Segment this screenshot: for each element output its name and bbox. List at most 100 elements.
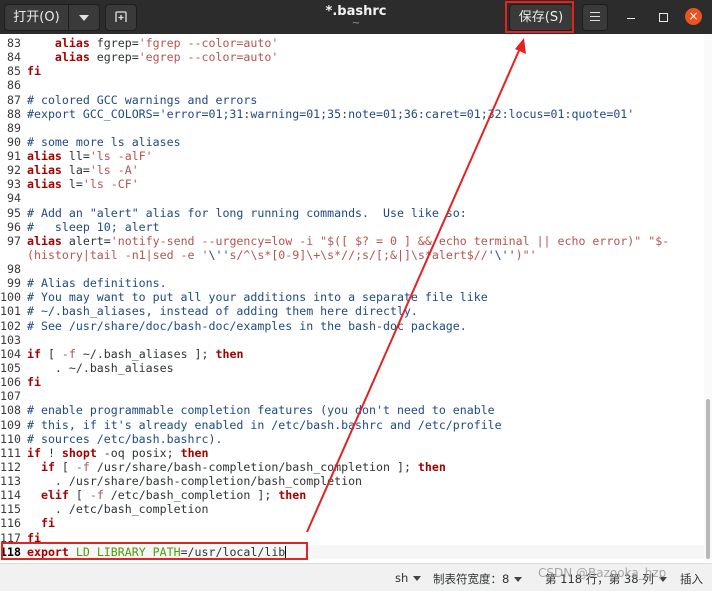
line-number: 95 [7,205,21,220]
code-token: # enable programmable completion feature… [27,403,495,418]
code-line[interactable]: 84 alias egrep='egrep --color=auto' [0,50,704,64]
scrollbar-thumb[interactable] [706,399,710,559]
code-line[interactable]: 93 alias l='ls -CF' [0,177,704,191]
code-token: ll= [61,149,90,164]
code-token: alias [54,36,90,50]
tab-width-selector[interactable]: 制表符宽度：8 [433,571,523,587]
code-line[interactable]: 95 # Add an "alert" alias for long runnin… [0,206,704,220]
code-token: alias [27,233,62,248]
code-token: '\'' [487,247,516,262]
code-line[interactable]: 110 # sources /etc/bash.bashrc). [0,432,704,446]
code-line[interactable]: 111 if ! shopt -oq posix; then [0,446,704,460]
maximize-button[interactable] [655,9,671,25]
code-line[interactable]: 96 # sleep 10; alert [0,220,704,234]
code-line[interactable]: 104 if [ -f ~/.bash_aliases ]; then [0,347,704,361]
hamburger-menu-button[interactable] [582,4,608,31]
code-line[interactable]: 103 [0,333,704,347]
code-token: # some more ls aliases [27,134,181,149]
line-number: 108 [0,403,21,418]
code-token: # colored GCC warnings and errors [27,92,258,107]
watermark: CSDN @Bazooka_hzp [538,566,667,580]
line-number: 112 [0,459,21,474]
code-token: ~/.bash_aliases ]; [75,346,216,361]
close-button[interactable]: × [685,8,702,25]
line-number: 101 [0,304,21,319]
code-token: # You may want to put all your additions… [27,290,488,305]
code-line[interactable]: 86 [0,78,704,92]
hamburger-icon [590,12,600,21]
code-line[interactable]: 115 . /etc/bash_completion [0,502,704,516]
line-number: 107 [0,389,21,404]
code-token: shopt [61,445,97,460]
line-number: 97 [7,233,21,248]
code-line[interactable]: 83 alias fgrep='fgrep --color=auto' [0,36,704,50]
chevron-down-icon [514,577,523,582]
code-line[interactable]: 109 # this, if it's already enabled in /e… [0,418,704,432]
language-selector[interactable]: sh [395,571,422,585]
code-line[interactable]: 101 # ~/.bash_aliases, instead of adding … [0,304,704,318]
code-line[interactable]: 90 # some more ls aliases [0,135,704,149]
code-line[interactable]: 87 # colored GCC warnings and errors [0,93,704,107]
code-line[interactable]: 91 alias ll='ls -alF' [0,149,704,163]
code-editor[interactable]: 83 alias fgrep='fgrep --color=auto' 84 al… [0,34,704,562]
line-number: 87 [7,92,21,107]
line-number: 93 [7,177,21,192]
code-line[interactable]: 108 # enable programmable completion feat… [0,403,704,417]
code-line[interactable]: 92 alias la='ls -A' [0,163,704,177]
line-number: 92 [7,163,21,178]
line-number: 110 [0,431,21,446]
code-token: then [417,459,446,474]
code-token: 'ls -alF' [89,149,153,164]
minimize-button[interactable] [623,9,639,25]
code-token: [ [68,488,90,503]
code-token: then [278,488,307,503]
line-number: 96 [7,219,21,234]
language-label: sh [395,571,409,585]
code-token: ! [40,445,62,460]
code-token: 'ls -A' [89,163,139,178]
code-token: . /usr/share/bash-completion/bash_comple… [27,474,363,489]
line-number: 99 [7,276,21,291]
line-number: 109 [0,417,21,432]
code-token: alias [27,163,62,178]
code-token: # Alias definitions. [27,276,167,291]
code-line[interactable]: 114 elif [ -f /etc/bash_completion ]; th… [0,488,704,502]
code-line[interactable]: 107 [0,389,704,403]
code-line[interactable]: 97 alias alert='notify-send --urgency=low… [0,234,704,248]
line-number: 91 [7,149,21,164]
code-line[interactable]: (history|tail -n1|sed -e '\''s/^\s*[0-9]… [0,248,704,262]
code-token: then [180,445,209,460]
code-line[interactable]: 102 # See /usr/share/doc/bash-doc/example… [0,319,704,333]
code-token: alert= [61,233,111,248]
code-line[interactable]: 88 #export GCC_COLORS='error=01;31:warnin… [0,107,704,121]
code-line[interactable]: 116 fi [0,516,704,530]
code-line[interactable]: 89 [0,121,704,135]
code-token: -f [61,346,76,361]
line-number: 100 [0,290,21,305]
line-number: 88 [7,106,21,121]
code-line[interactable]: 105 . ~/.bash_aliases [0,361,704,375]
code-token: alias [27,177,62,192]
code-token: fgrep= [89,36,139,50]
code-line[interactable]: 113 . /usr/share/bash-completion/bash_co… [0,474,704,488]
line-number: 98 [7,262,21,277]
vertical-scrollbar[interactable] [704,34,712,562]
code-line[interactable]: 94 [0,191,704,205]
code-token: 'fgrep --color=auto' [138,36,279,50]
code-line[interactable]: 112 if [ -f /usr/share/bash-completion/b… [0,460,704,474]
code-line[interactable]: 99 # Alias definitions. [0,276,704,290]
code-line[interactable]: 98 [0,262,704,276]
code-token: 'ls -CF' [82,177,139,192]
code-token: . ~/.bash_aliases [27,360,174,375]
code-token: -f [89,488,104,503]
line-number: 86 [7,78,21,93]
code-line[interactable]: 106 fi [0,375,704,389]
code-line[interactable]: 85 fi [0,64,704,78]
line-number: 90 [7,134,21,149]
code-line[interactable]: 100 # You may want to put all your additi… [0,290,704,304]
code-token: # sources /etc/bash.bashrc). [27,431,223,446]
